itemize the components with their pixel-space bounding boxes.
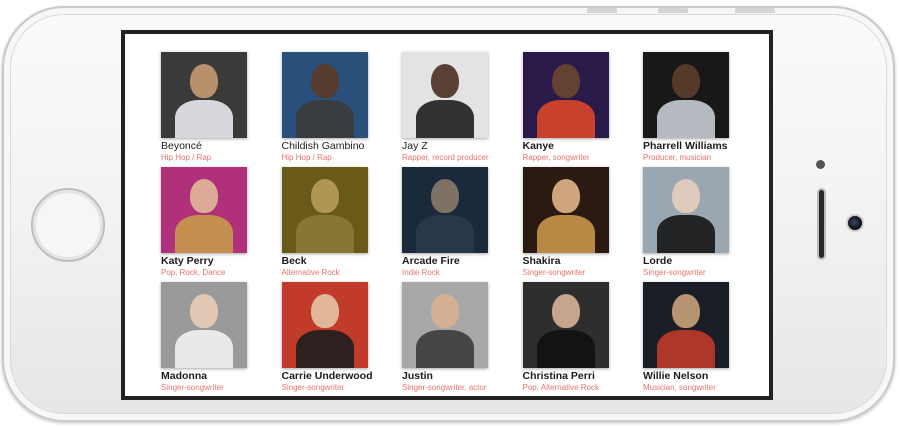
artist-photo[interactable] — [643, 167, 729, 253]
artist-photo[interactable] — [522, 167, 609, 253]
volume-down-button — [658, 8, 688, 13]
artist-card[interactable]: Beyoncé Hip Hop / Rap — [161, 52, 282, 167]
artist-genre: Singer-songwriter — [643, 268, 706, 277]
artist-card[interactable]: Jay Z Rapper, record producer — [402, 52, 523, 167]
artist-card[interactable]: Justin Singer-songwriter, actor — [402, 282, 523, 396]
artist-genre: Pop, Alternative Rock — [522, 383, 599, 392]
artist-name[interactable]: Justin — [402, 370, 523, 383]
artist-name[interactable]: Lorde — [643, 255, 764, 268]
artist-name[interactable]: Beck — [282, 255, 403, 268]
artist-photo[interactable] — [643, 52, 729, 138]
artist-name[interactable]: Pharrell Williams — [643, 140, 764, 153]
artist-genre: Rapper, songwriter — [522, 153, 590, 162]
earpiece-speaker — [817, 188, 826, 260]
artist-genre: Indie Rock — [402, 268, 440, 277]
artist-name[interactable]: Childish Gambino — [282, 140, 403, 153]
artist-genre: Rapper, record producer — [402, 153, 489, 162]
artist-photo[interactable] — [402, 282, 488, 368]
artist-genre: Singer-songwriter, actor — [402, 383, 487, 392]
artist-photo[interactable] — [161, 52, 247, 138]
artist-photo[interactable] — [643, 282, 729, 368]
artist-photo[interactable] — [402, 52, 488, 138]
artist-photo[interactable] — [281, 52, 368, 138]
front-camera-icon — [846, 214, 864, 232]
artist-genre: Singer-songwriter — [161, 383, 224, 392]
artist-genre: Singer-songwriter — [522, 268, 586, 277]
artist-photo[interactable] — [161, 282, 247, 368]
artist-card[interactable]: Shakira Singer-songwriter — [522, 167, 644, 282]
artist-name[interactable]: Willie Nelson — [643, 370, 764, 383]
artist-genre: Alternative Rock — [281, 268, 340, 277]
artist-photo[interactable] — [281, 282, 368, 368]
artist-card[interactable]: Arcade Fire Indie Rock — [402, 167, 523, 282]
artist-genre: Hip Hop / Rap — [281, 153, 332, 162]
artist-name[interactable]: Christina Perri — [523, 370, 644, 383]
home-button[interactable] — [31, 188, 105, 262]
artist-name[interactable]: Madonna — [161, 370, 282, 383]
artist-photo[interactable] — [402, 167, 488, 253]
artist-genre: Singer-songwriter — [281, 383, 345, 392]
artist-card[interactable]: Madonna Singer-songwriter — [161, 282, 282, 396]
artist-photo[interactable] — [522, 282, 609, 368]
artist-photo[interactable] — [281, 167, 368, 253]
artist-photo[interactable] — [522, 52, 609, 138]
artist-photo[interactable] — [161, 167, 247, 253]
artist-genre: Musician, songwriter — [643, 383, 716, 392]
artist-genre: Producer, musician — [643, 153, 712, 162]
artist-card[interactable]: Willie Nelson Musician, songwriter — [643, 282, 764, 396]
artist-card[interactable]: Carrie Underwood Singer-songwriter — [281, 282, 403, 396]
artist-name[interactable]: Kanye — [523, 140, 644, 153]
artist-card[interactable]: Pharrell Williams Producer, musician — [643, 52, 764, 167]
app-screen: Beyoncé Hip Hop / Rap Childish Gambino H… — [121, 30, 773, 400]
artist-genre: Pop, Rock, Dance — [161, 268, 226, 277]
artist-card[interactable]: Kanye Rapper, songwriter — [522, 52, 644, 167]
artist-card[interactable]: Christina Perri Pop, Alternative Rock — [522, 282, 644, 396]
artist-card[interactable]: Lorde Singer-songwriter — [643, 167, 764, 282]
artist-grid: Beyoncé Hip Hop / Rap Childish Gambino H… — [161, 52, 764, 396]
artist-card[interactable]: Katy Perry Pop, Rock, Dance — [161, 167, 282, 282]
power-button — [735, 8, 775, 13]
artist-name[interactable]: Shakira — [523, 255, 644, 268]
artist-name[interactable]: Jay Z — [402, 140, 523, 153]
artist-name[interactable]: Carrie Underwood — [282, 370, 403, 383]
proximity-sensor — [816, 160, 825, 169]
artist-genre: Hip Hop / Rap — [161, 153, 212, 162]
artist-card[interactable]: Childish Gambino Hip Hop / Rap — [281, 52, 403, 167]
artist-card[interactable]: Beck Alternative Rock — [281, 167, 403, 282]
artist-name[interactable]: Arcade Fire — [402, 255, 523, 268]
volume-up-button — [587, 8, 617, 13]
artist-name[interactable]: Katy Perry — [161, 255, 282, 268]
artist-name[interactable]: Beyoncé — [161, 140, 282, 153]
